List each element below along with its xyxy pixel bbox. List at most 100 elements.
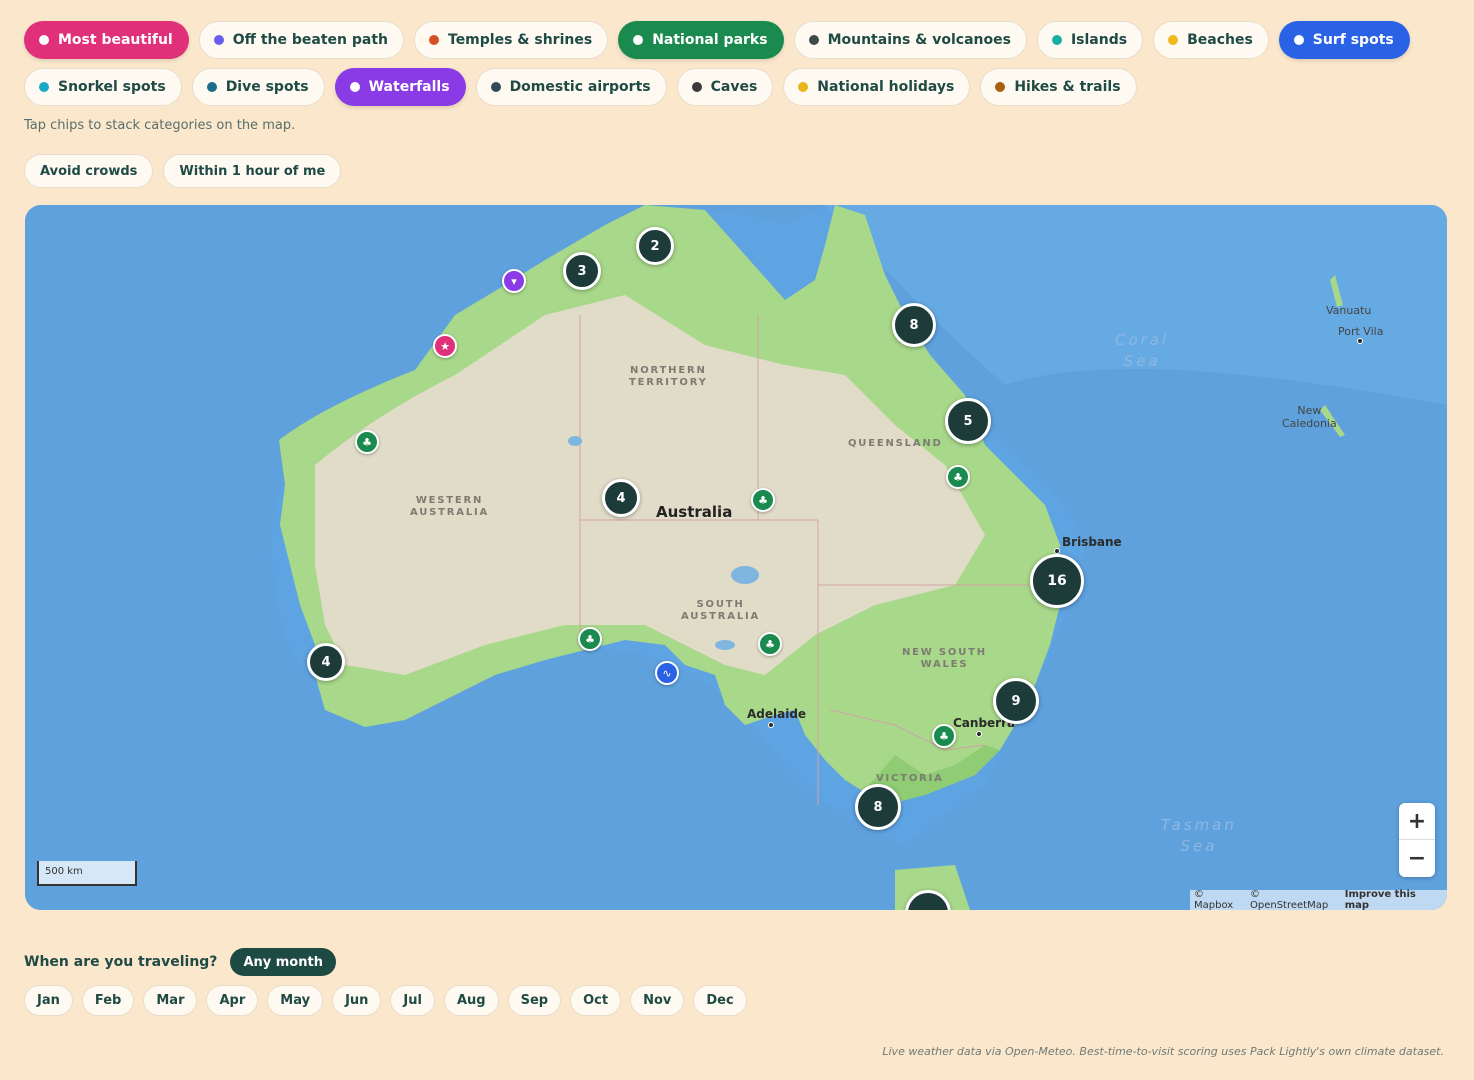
category-chip-domestic-airports[interactable]: Domestic airports	[475, 68, 667, 106]
category-chip-label: Waterfalls	[368, 79, 450, 95]
city-dot-port-vila	[1357, 338, 1363, 344]
cluster-marker[interactable]: 4	[602, 479, 640, 517]
month-chip-feb[interactable]: Feb	[81, 985, 135, 1016]
cluster-marker[interactable]: 16	[1030, 554, 1084, 608]
category-dot-icon	[206, 82, 217, 92]
category-chip-most-beautiful[interactable]: Most beautiful	[24, 21, 189, 59]
month-chip-mar[interactable]: Mar	[143, 985, 198, 1016]
month-chip-apr[interactable]: Apr	[206, 985, 259, 1016]
category-chip-islands[interactable]: Islands	[1036, 21, 1144, 59]
waterfall-icon[interactable]: ▾	[502, 269, 526, 293]
sea-label-tasman: Tasman Sea	[1161, 816, 1237, 855]
map-scale: 500 km	[37, 861, 137, 886]
tree-icon[interactable]: ♣	[758, 632, 782, 656]
category-chip-waterfalls[interactable]: Waterfalls	[334, 68, 466, 106]
category-dot-icon	[995, 82, 1006, 92]
month-chip-sep[interactable]: Sep	[507, 985, 562, 1016]
category-dot-icon	[1051, 35, 1062, 45]
category-dot-icon	[798, 82, 809, 92]
month-chip-nov[interactable]: Nov	[630, 985, 685, 1016]
improve-map-link[interactable]: Improve this map	[1345, 889, 1443, 910]
cluster-marker[interactable]: 8	[855, 784, 901, 830]
map-basemap	[25, 205, 1447, 910]
category-chip-label: Dive spots	[225, 79, 309, 95]
category-dot-icon	[39, 82, 49, 92]
category-chip-label: Islands	[1070, 32, 1128, 48]
category-chip-label: Snorkel spots	[58, 79, 166, 95]
state-label-vic: VICTORIA	[876, 773, 944, 784]
cluster-marker[interactable]: 3	[563, 252, 601, 290]
category-dot-icon	[490, 82, 501, 92]
category-chip-dive-spots[interactable]: Dive spots	[191, 68, 325, 106]
place-label-vanuatu: Vanuatu	[1326, 304, 1372, 317]
city-dot-adelaide	[768, 722, 774, 728]
category-chips-row-1: Most beautiful Off the beaten path Temples…	[24, 21, 1410, 59]
category-chip-snorkel-spots[interactable]: Snorkel spots	[24, 68, 182, 106]
month-chip-jun[interactable]: Jun	[332, 985, 382, 1016]
zoom-control: + −	[1399, 803, 1435, 877]
wave-icon[interactable]: ∿	[655, 661, 679, 685]
map-hint: Tap chips to stack categories on the map…	[24, 118, 296, 133]
category-dot-icon	[429, 35, 439, 45]
footer-note: Live weather data via Open-Meteo. Best-t…	[882, 1045, 1444, 1058]
category-chip-national-holidays[interactable]: National holidays	[783, 68, 971, 106]
category-dot-icon	[213, 35, 224, 45]
zoom-in-button[interactable]: +	[1399, 803, 1435, 840]
month-chip-jan[interactable]: Jan	[24, 985, 73, 1016]
category-chip-beaches[interactable]: Beaches	[1153, 21, 1269, 59]
country-label: Australia	[656, 503, 733, 521]
tree-icon[interactable]: ♣	[751, 488, 775, 512]
attribution-osm[interactable]: © OpenStreetMap	[1250, 889, 1341, 910]
category-chip-label: Hikes & trails	[1014, 79, 1121, 95]
state-label-nt: NORTHERN TERRITORY	[629, 365, 708, 388]
map-view[interactable]: NORTHERN TERRITORY QUEENSLAND WESTERN AUST…	[25, 205, 1447, 910]
within-hour-chip[interactable]: Within 1 hour of me	[163, 154, 342, 188]
category-dot-icon	[1293, 35, 1304, 45]
cluster-marker[interactable]: 4	[307, 643, 345, 681]
category-chip-label: Beaches	[1187, 32, 1253, 48]
month-chip-aug[interactable]: Aug	[443, 985, 499, 1016]
category-chip-temples-shrines[interactable]: Temples & shrines	[414, 21, 609, 59]
filter-chips: Avoid crowds Within 1 hour of me	[24, 154, 342, 188]
cluster-marker[interactable]: 8	[892, 303, 936, 347]
star-icon[interactable]: ★	[433, 334, 457, 358]
category-chip-label: Domestic airports	[509, 79, 651, 95]
category-chip-mountains-volcanoes[interactable]: Mountains & volcanoes	[793, 21, 1027, 59]
map-attribution: © Mapbox © OpenStreetMap Improve this ma…	[1190, 889, 1447, 910]
zoom-out-button[interactable]: −	[1399, 840, 1435, 877]
travel-month-label: When are you traveling?	[24, 954, 218, 970]
place-label-new-caledonia: New Caledonia	[1282, 404, 1337, 430]
city-label-brisbane: Brisbane	[1062, 535, 1122, 549]
cluster-marker[interactable]: 2	[636, 227, 674, 265]
category-chip-off-the-beaten-path[interactable]: Off the beaten path	[198, 21, 404, 59]
tree-icon[interactable]: ♣	[946, 465, 970, 489]
month-chip-jul[interactable]: Jul	[390, 985, 435, 1016]
category-chip-label: Most beautiful	[58, 32, 173, 48]
category-chip-label: Temples & shrines	[448, 32, 593, 48]
month-chip-may[interactable]: May	[267, 985, 324, 1016]
travel-month-header: When are you traveling? Any month	[24, 948, 336, 976]
avoid-crowds-chip[interactable]: Avoid crowds	[24, 154, 154, 188]
tree-icon[interactable]: ♣	[355, 430, 379, 454]
category-dot-icon	[808, 35, 819, 45]
city-dot-canberra	[976, 731, 982, 737]
state-label-qld: QUEENSLAND	[848, 438, 943, 449]
cluster-marker[interactable]: 5	[945, 398, 991, 444]
category-chip-label: Caves	[710, 79, 758, 95]
category-chip-national-parks[interactable]: National parks	[618, 21, 784, 59]
category-dot-icon	[1168, 35, 1179, 45]
tree-icon[interactable]: ♣	[932, 724, 956, 748]
tree-icon[interactable]: ♣	[578, 627, 602, 651]
month-chip-oct[interactable]: Oct	[570, 985, 622, 1016]
city-label-port-vila: Port Vila	[1338, 325, 1384, 338]
cluster-marker[interactable]: 9	[993, 678, 1039, 724]
category-dot-icon	[39, 35, 49, 45]
attribution-mapbox[interactable]: © Mapbox	[1194, 889, 1246, 910]
category-dot-icon	[691, 82, 702, 92]
category-chip-caves[interactable]: Caves	[676, 68, 774, 106]
month-chip-dec[interactable]: Dec	[693, 985, 747, 1016]
month-chips: Jan Feb Mar Apr May Jun Jul Aug Sep Oct Nov Dec	[24, 985, 747, 1016]
any-month-chip[interactable]: Any month	[230, 948, 336, 976]
category-chip-surf-spots[interactable]: Surf spots	[1278, 21, 1410, 59]
category-chip-hikes-trails[interactable]: Hikes & trails	[980, 68, 1137, 106]
